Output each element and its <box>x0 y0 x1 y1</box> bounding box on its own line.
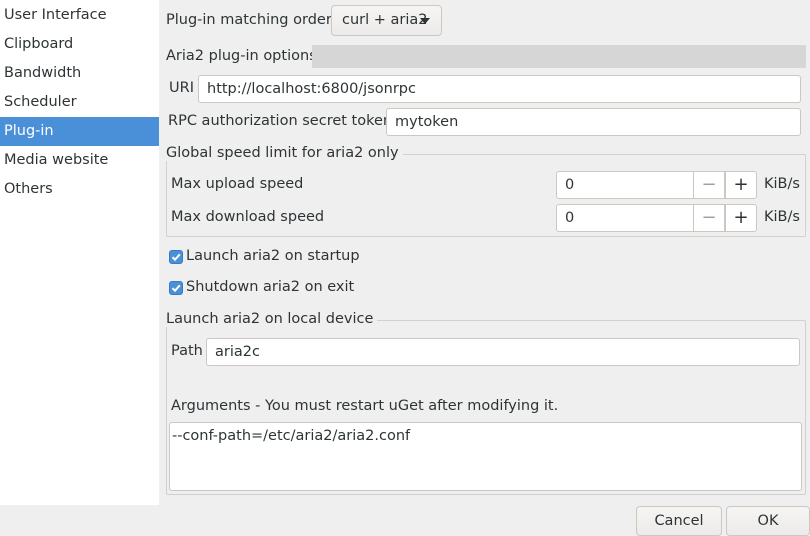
launch-startup-checkbox[interactable] <box>169 250 183 264</box>
upload-unit: KiB/s <box>764 176 800 192</box>
upload-increase-button[interactable]: + <box>725 171 757 199</box>
sidebar-item-user-interface[interactable]: User Interface <box>0 1 159 30</box>
launch-startup-label[interactable]: Launch aria2 on startup <box>186 248 360 264</box>
sidebar-item-scheduler[interactable]: Scheduler <box>0 88 159 117</box>
upload-label: Max upload speed <box>171 176 304 192</box>
checkmark-icon <box>171 253 181 262</box>
shutdown-exit-checkbox[interactable] <box>169 281 183 295</box>
token-input[interactable]: mytoken <box>386 108 801 136</box>
aria2-options-label: Aria2 plug-in options <box>166 48 317 64</box>
triangle-down-icon <box>420 18 430 24</box>
upload-decrease-button[interactable]: − <box>693 171 725 199</box>
sidebar-item-bandwidth[interactable]: Bandwidth <box>0 59 159 88</box>
path-label: Path <box>171 343 203 359</box>
arguments-label: Arguments - You must restart uGet after … <box>171 398 559 414</box>
shutdown-exit-label[interactable]: Shutdown aria2 on exit <box>186 279 354 295</box>
uri-label: URI <box>169 80 194 96</box>
order-value: curl + aria2 <box>342 12 428 28</box>
checkmark-icon <box>171 284 181 293</box>
ok-button[interactable]: OK <box>726 506 810 536</box>
sidebar-item-others[interactable]: Others <box>0 175 159 204</box>
speed-limit-frame-label: Global speed limit for aria2 only <box>166 145 403 161</box>
sidebar-item-clipboard[interactable]: Clipboard <box>0 30 159 59</box>
download-increase-button[interactable]: + <box>725 204 757 232</box>
order-label: Plug-in matching order: <box>166 12 337 28</box>
arguments-textarea[interactable]: --conf-path=/etc/aria2/aria2.conf <box>169 422 802 491</box>
download-input[interactable]: 0 <box>556 204 694 232</box>
order-dropdown[interactable]: curl + aria2 <box>331 5 442 36</box>
uri-input[interactable]: http://localhost:6800/jsonrpc <box>198 75 801 103</box>
sidebar: User Interface Clipboard Bandwidth Sched… <box>0 0 159 505</box>
cancel-button[interactable]: Cancel <box>636 506 722 536</box>
download-label: Max download speed <box>171 209 325 225</box>
sidebar-item-media-website[interactable]: Media website <box>0 146 159 175</box>
section-separator <box>312 45 806 68</box>
upload-input[interactable]: 0 <box>556 171 694 199</box>
sidebar-item-plug-in[interactable]: Plug-in <box>0 117 159 146</box>
path-input[interactable]: aria2c <box>206 338 800 366</box>
download-unit: KiB/s <box>764 209 800 225</box>
download-decrease-button[interactable]: − <box>693 204 725 232</box>
token-label: RPC authorization secret token <box>168 113 393 129</box>
local-device-frame-label: Launch aria2 on local device <box>166 311 378 327</box>
